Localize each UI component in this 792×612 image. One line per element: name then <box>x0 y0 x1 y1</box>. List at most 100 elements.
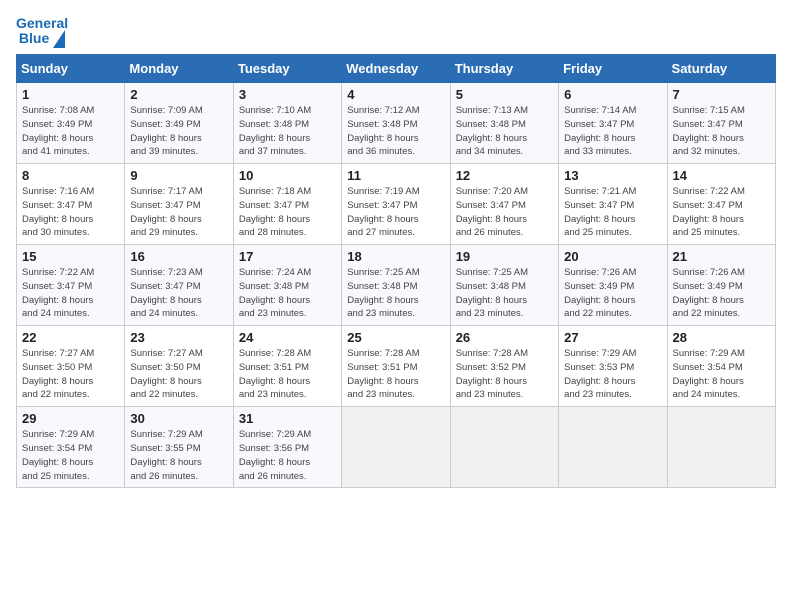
calendar-cell: 11 Sunrise: 7:19 AMSunset: 3:47 PMDayligh… <box>342 164 450 245</box>
calendar-table: SundayMondayTuesdayWednesdayThursdayFrid… <box>16 54 776 488</box>
day-info: Sunrise: 7:19 AMSunset: 3:47 PMDaylight:… <box>347 185 444 240</box>
page-header: General Blue <box>16 16 776 46</box>
day-number: 19 <box>456 249 553 264</box>
calendar-cell: 18 Sunrise: 7:25 AMSunset: 3:48 PMDayligh… <box>342 245 450 326</box>
day-info: Sunrise: 7:27 AMSunset: 3:50 PMDaylight:… <box>130 347 227 402</box>
day-number: 11 <box>347 168 444 183</box>
calendar-week-4: 22 Sunrise: 7:27 AMSunset: 3:50 PMDayligh… <box>17 326 776 407</box>
day-number: 3 <box>239 87 336 102</box>
day-number: 23 <box>130 330 227 345</box>
day-number: 20 <box>564 249 661 264</box>
day-header-saturday: Saturday <box>667 55 775 83</box>
calendar-cell: 1 Sunrise: 7:08 AMSunset: 3:49 PMDaylight… <box>17 83 125 164</box>
day-info: Sunrise: 7:28 AMSunset: 3:52 PMDaylight:… <box>456 347 553 402</box>
calendar-cell: 24 Sunrise: 7:28 AMSunset: 3:51 PMDayligh… <box>233 326 341 407</box>
calendar-cell: 9Sunrise: 7:17 AMSunset: 3:47 PMDaylight… <box>125 164 233 245</box>
day-header-friday: Friday <box>559 55 667 83</box>
calendar-cell: 3 Sunrise: 7:10 AMSunset: 3:48 PMDaylight… <box>233 83 341 164</box>
day-info: Sunrise: 7:25 AMSunset: 3:48 PMDaylight:… <box>347 266 444 321</box>
day-info: Sunrise: 7:08 AMSunset: 3:49 PMDaylight:… <box>22 104 119 159</box>
day-number: 6 <box>564 87 661 102</box>
day-number: 29 <box>22 411 119 426</box>
day-header-wednesday: Wednesday <box>342 55 450 83</box>
day-header-monday: Monday <box>125 55 233 83</box>
day-number: 16 <box>130 249 227 264</box>
calendar-cell: 13 Sunrise: 7:21 AMSunset: 3:47 PMDayligh… <box>559 164 667 245</box>
day-info: Sunrise: 7:12 AMSunset: 3:48 PMDaylight:… <box>347 104 444 159</box>
day-info: Sunrise: 7:14 AMSunset: 3:47 PMDaylight:… <box>564 104 661 159</box>
calendar-cell: 28Sunrise: 7:29 AMSunset: 3:54 PMDayligh… <box>667 326 775 407</box>
calendar-cell: 21Sunrise: 7:26 AMSunset: 3:49 PMDayligh… <box>667 245 775 326</box>
calendar-week-3: 15 Sunrise: 7:22 AMSunset: 3:47 PMDayligh… <box>17 245 776 326</box>
calendar-cell: 10Sunrise: 7:18 AMSunset: 3:47 PMDayligh… <box>233 164 341 245</box>
day-number: 13 <box>564 168 661 183</box>
day-number: 8 <box>22 168 119 183</box>
day-info: Sunrise: 7:17 AMSunset: 3:47 PMDaylight:… <box>130 185 227 240</box>
calendar-cell: 12 Sunrise: 7:20 AMSunset: 3:47 PMDayligh… <box>450 164 558 245</box>
calendar-cell: 19 Sunrise: 7:25 AMSunset: 3:48 PMDayligh… <box>450 245 558 326</box>
calendar-cell <box>450 407 558 488</box>
day-number: 18 <box>347 249 444 264</box>
day-number: 2 <box>130 87 227 102</box>
calendar-cell: 26 Sunrise: 7:28 AMSunset: 3:52 PMDayligh… <box>450 326 558 407</box>
day-number: 7 <box>673 87 770 102</box>
day-info: Sunrise: 7:20 AMSunset: 3:47 PMDaylight:… <box>456 185 553 240</box>
calendar-cell: 20 Sunrise: 7:26 AMSunset: 3:49 PMDayligh… <box>559 245 667 326</box>
day-info: Sunrise: 7:29 AMSunset: 3:54 PMDaylight:… <box>673 347 770 402</box>
calendar-cell: 7 Sunrise: 7:15 AMSunset: 3:47 PMDaylight… <box>667 83 775 164</box>
day-header-tuesday: Tuesday <box>233 55 341 83</box>
day-info: Sunrise: 7:29 AMSunset: 3:54 PMDaylight:… <box>22 428 119 483</box>
day-number: 12 <box>456 168 553 183</box>
calendar-cell: 17Sunrise: 7:24 AMSunset: 3:48 PMDayligh… <box>233 245 341 326</box>
calendar-week-2: 8 Sunrise: 7:16 AMSunset: 3:47 PMDaylight… <box>17 164 776 245</box>
calendar-cell: 4 Sunrise: 7:12 AMSunset: 3:48 PMDaylight… <box>342 83 450 164</box>
day-info: Sunrise: 7:15 AMSunset: 3:47 PMDaylight:… <box>673 104 770 159</box>
day-number: 21 <box>673 249 770 264</box>
day-number: 25 <box>347 330 444 345</box>
day-info: Sunrise: 7:27 AMSunset: 3:50 PMDaylight:… <box>22 347 119 402</box>
day-number: 10 <box>239 168 336 183</box>
day-number: 1 <box>22 87 119 102</box>
day-number: 14 <box>673 168 770 183</box>
day-info: Sunrise: 7:22 AMSunset: 3:47 PMDaylight:… <box>673 185 770 240</box>
calendar-cell: 16 Sunrise: 7:23 AMSunset: 3:47 PMDayligh… <box>125 245 233 326</box>
day-info: Sunrise: 7:29 AMSunset: 3:56 PMDaylight:… <box>239 428 336 483</box>
calendar-cell <box>667 407 775 488</box>
day-info: Sunrise: 7:29 AMSunset: 3:53 PMDaylight:… <box>564 347 661 402</box>
day-header-thursday: Thursday <box>450 55 558 83</box>
calendar-cell: 6 Sunrise: 7:14 AMSunset: 3:47 PMDaylight… <box>559 83 667 164</box>
day-header-sunday: Sunday <box>17 55 125 83</box>
day-info: Sunrise: 7:13 AMSunset: 3:48 PMDaylight:… <box>456 104 553 159</box>
day-info: Sunrise: 7:21 AMSunset: 3:47 PMDaylight:… <box>564 185 661 240</box>
calendar-cell: 29 Sunrise: 7:29 AMSunset: 3:54 PMDayligh… <box>17 407 125 488</box>
day-info: Sunrise: 7:22 AMSunset: 3:47 PMDaylight:… <box>22 266 119 321</box>
day-number: 22 <box>22 330 119 345</box>
day-info: Sunrise: 7:16 AMSunset: 3:47 PMDaylight:… <box>22 185 119 240</box>
calendar-cell: 25Sunrise: 7:28 AMSunset: 3:51 PMDayligh… <box>342 326 450 407</box>
calendar-cell: 27Sunrise: 7:29 AMSunset: 3:53 PMDayligh… <box>559 326 667 407</box>
calendar-cell: 8 Sunrise: 7:16 AMSunset: 3:47 PMDaylight… <box>17 164 125 245</box>
calendar-header-row: SundayMondayTuesdayWednesdayThursdayFrid… <box>17 55 776 83</box>
calendar-cell: 31 Sunrise: 7:29 AMSunset: 3:56 PMDayligh… <box>233 407 341 488</box>
calendar-week-5: 29 Sunrise: 7:29 AMSunset: 3:54 PMDayligh… <box>17 407 776 488</box>
day-number: 30 <box>130 411 227 426</box>
day-info: Sunrise: 7:25 AMSunset: 3:48 PMDaylight:… <box>456 266 553 321</box>
calendar-cell: 30 Sunrise: 7:29 AMSunset: 3:55 PMDayligh… <box>125 407 233 488</box>
logo: General Blue <box>16 16 68 46</box>
day-info: Sunrise: 7:09 AMSunset: 3:49 PMDaylight:… <box>130 104 227 159</box>
day-info: Sunrise: 7:10 AMSunset: 3:48 PMDaylight:… <box>239 104 336 159</box>
day-info: Sunrise: 7:23 AMSunset: 3:47 PMDaylight:… <box>130 266 227 321</box>
calendar-week-1: 1 Sunrise: 7:08 AMSunset: 3:49 PMDaylight… <box>17 83 776 164</box>
day-number: 26 <box>456 330 553 345</box>
day-info: Sunrise: 7:26 AMSunset: 3:49 PMDaylight:… <box>564 266 661 321</box>
day-number: 15 <box>22 249 119 264</box>
calendar-cell: 14 Sunrise: 7:22 AMSunset: 3:47 PMDayligh… <box>667 164 775 245</box>
day-number: 17 <box>239 249 336 264</box>
day-number: 31 <box>239 411 336 426</box>
day-number: 24 <box>239 330 336 345</box>
calendar-cell: 2 Sunrise: 7:09 AMSunset: 3:49 PMDaylight… <box>125 83 233 164</box>
calendar-cell: 15 Sunrise: 7:22 AMSunset: 3:47 PMDayligh… <box>17 245 125 326</box>
day-info: Sunrise: 7:28 AMSunset: 3:51 PMDaylight:… <box>239 347 336 402</box>
day-number: 4 <box>347 87 444 102</box>
day-info: Sunrise: 7:29 AMSunset: 3:55 PMDaylight:… <box>130 428 227 483</box>
